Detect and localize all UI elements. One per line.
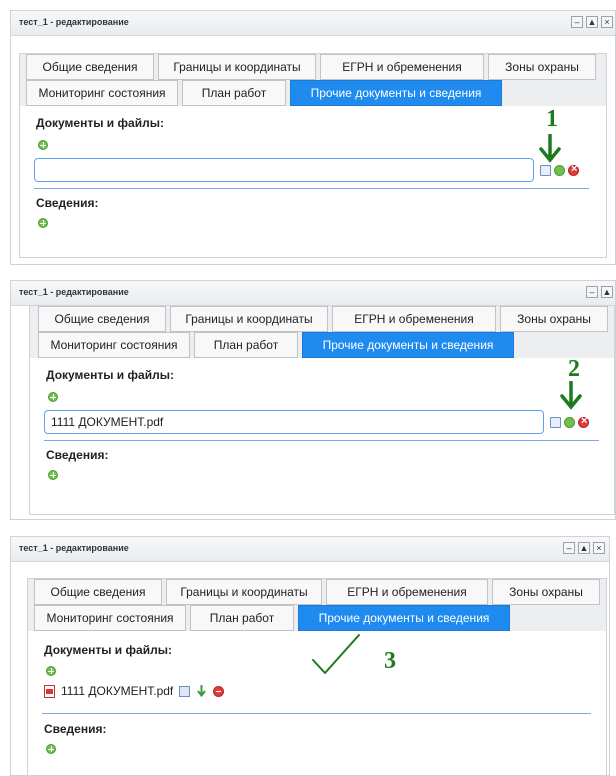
- delete-file-icon[interactable]: [213, 685, 225, 697]
- download-icon[interactable]: [196, 685, 207, 697]
- add-info-icon[interactable]: [46, 744, 56, 754]
- tab-row-2: Мониторинг состояния План работ Прочие д…: [30, 332, 614, 358]
- tab-other-documents[interactable]: Прочие документы и сведения: [302, 332, 514, 358]
- tab-general[interactable]: Общие сведения: [26, 54, 154, 80]
- browse-file-icon[interactable]: [540, 165, 551, 176]
- tab-protection-zones[interactable]: Зоны охраны: [488, 54, 596, 80]
- add-document-icon[interactable]: [48, 392, 58, 402]
- edit-window-step2: тест_1 - редактирование – ▲ Общие сведен…: [10, 280, 616, 520]
- maximize-button[interactable]: ▲: [601, 286, 613, 298]
- document-name-input[interactable]: 1111 ДОКУМЕНТ.pdf: [44, 410, 544, 434]
- arrow-down-icon: [560, 381, 582, 410]
- form-content: Общие сведения Границы и координаты ЕГРН…: [19, 53, 607, 258]
- cancel-icon[interactable]: [578, 415, 589, 428]
- tab-protection-zones[interactable]: Зоны охраны: [492, 579, 600, 605]
- window-titlebar: тест_1 - редактирование – ▲ ×: [11, 11, 615, 36]
- window-titlebar: тест_1 - редактирование – ▲ ×: [11, 537, 609, 562]
- tab-egrn[interactable]: ЕГРН и обременения: [332, 306, 496, 332]
- info-label: Сведения:: [36, 196, 99, 210]
- tab-borders[interactable]: Границы и координаты: [166, 579, 322, 605]
- window-controls: – ▲ ×: [571, 16, 613, 28]
- window-titlebar: тест_1 - редактирование – ▲: [11, 281, 615, 306]
- window-title: тест_1 - редактирование: [19, 287, 129, 297]
- tab-borders[interactable]: Границы и координаты: [158, 54, 316, 80]
- tab-work-plan[interactable]: План работ: [182, 80, 286, 106]
- window-controls: – ▲ ×: [563, 542, 605, 554]
- tab-row-1: Общие сведения Границы и координаты ЕГРН…: [28, 579, 606, 605]
- section-divider: [34, 188, 589, 189]
- tab-borders[interactable]: Границы и координаты: [170, 306, 328, 332]
- tab-work-plan[interactable]: План работ: [194, 332, 298, 358]
- add-document-icon[interactable]: [38, 140, 48, 150]
- documents-label: Документы и файлы:: [44, 643, 172, 657]
- tab-row-2: Мониторинг состояния План работ Прочие д…: [20, 80, 606, 106]
- tab-protection-zones[interactable]: Зоны охраны: [500, 306, 608, 332]
- edit-window-step1: тест_1 - редактирование – ▲ × Общие свед…: [10, 10, 616, 265]
- window-title: тест_1 - редактирование: [19, 543, 129, 553]
- tab-egrn[interactable]: ЕГРН и обременения: [320, 54, 484, 80]
- step-1-marker: 1: [546, 106, 558, 132]
- form-content: Общие сведения Границы и координаты ЕГРН…: [27, 578, 607, 776]
- confirm-icon[interactable]: [564, 417, 575, 428]
- add-document-icon[interactable]: [46, 666, 56, 676]
- window-controls: – ▲: [586, 286, 613, 298]
- edit-file-icon[interactable]: [179, 685, 191, 697]
- info-label: Сведения:: [44, 722, 107, 736]
- arrow-down-icon: [539, 134, 561, 163]
- minimize-button[interactable]: –: [586, 286, 598, 298]
- tab-monitoring[interactable]: Мониторинг состояния: [26, 80, 178, 106]
- minimize-button[interactable]: –: [571, 16, 583, 28]
- form-content: Общие сведения Границы и координаты ЕГРН…: [29, 305, 615, 515]
- add-info-icon[interactable]: [38, 218, 48, 228]
- maximize-button[interactable]: ▲: [578, 542, 590, 554]
- attached-file-name[interactable]: 1111 ДОКУМЕНТ.pdf: [61, 684, 173, 698]
- close-button[interactable]: ×: [601, 16, 613, 28]
- confirm-icon[interactable]: [554, 165, 565, 176]
- tab-row-2: Мониторинг состояния План работ Прочие д…: [28, 605, 606, 631]
- browse-file-icon[interactable]: [550, 417, 561, 428]
- documents-label: Документы и файлы:: [46, 368, 174, 382]
- checkmark-icon: [312, 634, 360, 674]
- tab-monitoring[interactable]: Мониторинг состояния: [38, 332, 190, 358]
- attached-file-row: 1111 ДОКУМЕНТ.pdf: [44, 683, 225, 699]
- maximize-button[interactable]: ▲: [586, 16, 598, 28]
- tab-row-1: Общие сведения Границы и координаты ЕГРН…: [30, 306, 614, 332]
- window-title: тест_1 - редактирование: [19, 17, 129, 27]
- info-label: Сведения:: [46, 448, 109, 462]
- document-name-input[interactable]: [34, 158, 534, 182]
- step-3-marker: 3: [384, 648, 396, 674]
- minimize-button[interactable]: –: [563, 542, 575, 554]
- documents-label: Документы и файлы:: [36, 116, 164, 130]
- cancel-icon[interactable]: [568, 163, 579, 176]
- tab-row-1: Общие сведения Границы и координаты ЕГРН…: [20, 54, 606, 80]
- tab-other-documents[interactable]: Прочие документы и сведения: [298, 605, 510, 631]
- tab-work-plan[interactable]: План работ: [190, 605, 294, 631]
- section-divider: [44, 440, 599, 441]
- pdf-file-icon: [44, 684, 55, 698]
- tab-egrn[interactable]: ЕГРН и обременения: [326, 579, 488, 605]
- tab-other-documents[interactable]: Прочие документы и сведения: [290, 80, 502, 106]
- add-info-icon[interactable]: [48, 470, 58, 480]
- step-2-marker: 2: [568, 356, 580, 382]
- tab-general[interactable]: Общие сведения: [38, 306, 166, 332]
- tab-monitoring[interactable]: Мониторинг состояния: [34, 605, 186, 631]
- section-divider: [42, 713, 591, 714]
- tab-general[interactable]: Общие сведения: [34, 579, 162, 605]
- close-button[interactable]: ×: [593, 542, 605, 554]
